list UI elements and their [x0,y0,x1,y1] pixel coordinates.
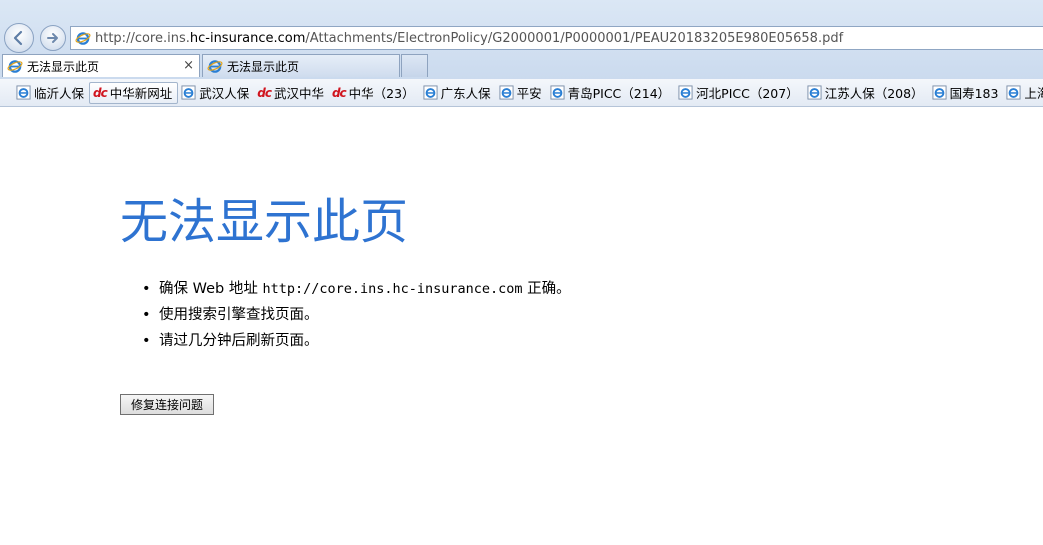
favorite-link[interactable]: 上海 [1003,82,1043,104]
dc-icon: dc [331,85,347,100]
favorite-label: 河北PICC（207） [696,86,799,101]
ie-icon [75,32,91,45]
ie-icon [7,60,23,73]
favorite-label: 平安 [516,86,542,101]
favorite-link[interactable]: 武汉人保 [178,82,254,104]
bullet-glyph: • [142,307,151,323]
browser-chrome: http://core.ins. hc-insurance.com/Attachm… [0,0,1043,107]
tab-active[interactable]: 无法显示此页 × [2,54,200,77]
favorite-label: 江苏人保（208） [824,86,924,101]
address-bar[interactable]: http://core.ins. hc-insurance.com/Attachm… [70,26,1043,50]
dc-icon: dc [257,85,272,100]
favorite-link[interactable]: 青岛PICC（214） [547,82,676,104]
favorite-link[interactable]: 平安 [496,82,547,104]
ie-icon [807,85,822,100]
forward-button[interactable] [40,25,66,51]
favorite-link[interactable]: dc 中华新网址 [89,81,179,104]
ie-icon [423,85,438,100]
suggestion-text: 正确。 [522,281,571,297]
close-icon[interactable]: × [183,58,194,74]
favorite-label: 武汉中华 [273,86,324,101]
favorite-link[interactable]: dc 中华（23） [329,82,420,104]
favorite-label: 上海 [1024,86,1043,101]
suggestion-text: 使用搜索引擎查找页面。 [159,307,319,323]
ie-icon [550,85,565,100]
suggestion-text: 确保 Web 地址 [159,281,263,297]
ie-icon [932,85,947,100]
suggestion-list: • 确保 Web 地址 http://core.ins.hc-insurance.… [142,278,571,356]
tab-inactive[interactable]: 无法显示此页 [202,54,400,77]
new-tab-button[interactable] [401,54,428,77]
favorite-link[interactable]: dc 武汉中华 [254,82,329,104]
ie-icon [678,85,693,100]
dc-icon: dc [93,85,108,100]
list-item: • 使用搜索引擎查找页面。 [142,304,571,330]
tab-label: 无法显示此页 [27,59,100,74]
suggestion-text: 请过几分钟后刷新页面。 [159,333,319,349]
favorite-link[interactable]: 广东人保 [420,82,496,104]
favorite-label: 武汉人保 [199,86,250,101]
list-item: • 确保 Web 地址 http://core.ins.hc-insurance.… [142,278,571,304]
address-row: http://core.ins. hc-insurance.com/Attachm… [0,22,1043,53]
favorites-bar: 临沂人保 dc 中华新网址 武汉人保 dc 武汉中华 dc 中华（23） 广东人… [0,79,1043,107]
ie-icon [207,60,223,73]
list-item: • 请过几分钟后刷新页面。 [142,330,571,356]
favorite-label: 广东人保 [440,86,491,101]
favorite-link[interactable]: 江苏人保（208） [804,82,929,104]
url-domain: hc-insurance.com [189,30,306,46]
ie-icon [499,85,514,100]
tab-strip: 无法显示此页 × 无法显示此页 [0,53,1043,77]
page-title: 无法显示此页 [120,194,409,250]
favorite-label: 国寿183 [949,86,999,101]
favorite-link[interactable]: 临沂人保 [13,82,89,104]
arrow-left-icon [13,30,23,46]
favorite-label: 中华新网址 [109,86,173,101]
bullet-glyph: • [142,333,151,349]
ie-icon [16,85,31,100]
favorite-label: 青岛PICC（214） [567,86,671,101]
fix-connection-button[interactable]: 修复连接问题 [120,394,214,415]
favorite-label: 中华（23） [348,86,415,101]
favorite-label: 临沂人保 [34,86,85,101]
favorite-link[interactable]: 国寿183 [929,82,1004,104]
arrow-right-icon [47,33,58,43]
ie-icon [181,85,196,100]
bullet-glyph: • [142,281,151,297]
back-button[interactable] [4,23,34,53]
url-prefix: http://core.ins. [95,30,190,46]
suggestion-url: http://core.ins.hc-insurance.com [262,281,523,297]
ie-icon [1006,85,1021,100]
tab-label: 无法显示此页 [227,59,300,74]
url-path: /Attachments/ElectronPolicy/G2000001/P00… [305,30,844,46]
favorite-link[interactable]: 河北PICC（207） [675,82,804,104]
